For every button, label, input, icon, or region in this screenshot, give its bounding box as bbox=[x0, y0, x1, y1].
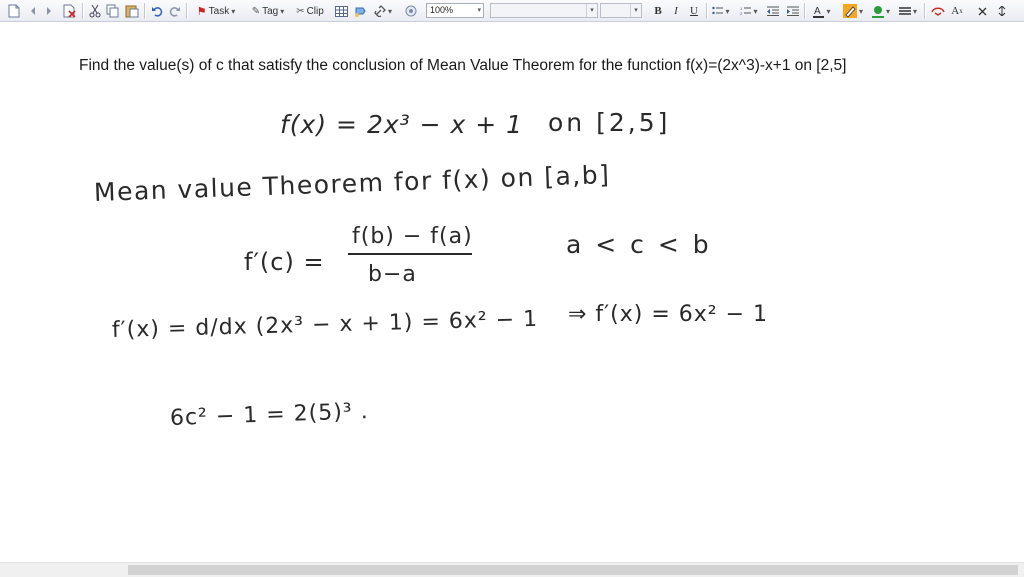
bullets-icon[interactable] bbox=[710, 3, 732, 19]
chevron-down-icon: ▾ bbox=[586, 4, 597, 17]
font-family-select[interactable]: ▾ bbox=[490, 3, 598, 18]
undo-icon[interactable] bbox=[150, 3, 164, 19]
task-button[interactable]: ⚑ Task bbox=[192, 3, 240, 19]
handwritten-derivative: f′(x) = d/dx (2x³ − x + 1) = 6x² − 1 bbox=[111, 306, 539, 343]
new-page-icon[interactable] bbox=[6, 3, 22, 19]
svg-text:A: A bbox=[814, 6, 821, 17]
task-label: Task bbox=[208, 5, 230, 17]
zoom-icon[interactable] bbox=[404, 3, 418, 19]
handwritten-mvt-heading: Mean value Theorem for f(x) on [a,b] bbox=[93, 159, 611, 207]
toolbar-separator bbox=[82, 3, 84, 19]
redo-icon[interactable] bbox=[168, 3, 182, 19]
question-text: Find the value(s) of c that satisfy the … bbox=[79, 57, 847, 74]
italic-button[interactable]: I bbox=[670, 3, 682, 19]
horizontal-scrollbar[interactable] bbox=[0, 562, 1024, 577]
bold-button[interactable]: B bbox=[652, 3, 664, 19]
svg-text:2: 2 bbox=[740, 11, 743, 16]
indent-icon[interactable] bbox=[786, 3, 800, 19]
scissors-icon: ✂ bbox=[296, 5, 305, 17]
handwritten-mvt-condition: a < c < b bbox=[566, 230, 712, 259]
tag-button[interactable]: ✎ Tag bbox=[246, 3, 290, 19]
tag-label: Tag bbox=[262, 5, 279, 17]
handwritten-mvt-numerator: f(b) − f(a) bbox=[352, 224, 473, 249]
cut-icon[interactable] bbox=[88, 3, 102, 19]
more-icon[interactable] bbox=[996, 3, 1008, 19]
line-style-icon[interactable] bbox=[896, 3, 920, 19]
highlight-icon[interactable] bbox=[840, 3, 866, 19]
back-icon[interactable] bbox=[28, 3, 38, 19]
font-color-icon[interactable]: A bbox=[810, 3, 834, 19]
delete-icon[interactable] bbox=[62, 3, 78, 19]
table-icon[interactable] bbox=[334, 3, 348, 19]
close-icon[interactable] bbox=[976, 3, 988, 19]
pen-icon: ✎ bbox=[251, 5, 261, 17]
underline-button[interactable]: U bbox=[688, 3, 700, 19]
font-size-select[interactable]: ▾ bbox=[600, 3, 642, 18]
copy-icon[interactable] bbox=[106, 3, 120, 19]
handwritten-mvt-lhs: f′(c) = bbox=[244, 248, 325, 276]
handwritten-mvt-denominator: b−a bbox=[368, 262, 417, 287]
superscript-label: A bbox=[951, 5, 960, 17]
zoom-value: 100% bbox=[430, 5, 454, 15]
paste-icon[interactable] bbox=[124, 3, 140, 19]
handwritten-function: f(x) = 2x³ − x + 1 bbox=[280, 110, 524, 139]
zoom-select[interactable]: 100% ▾ bbox=[426, 3, 484, 18]
handwritten-derivative-result: ⇒ f′(x) = 6x² − 1 bbox=[568, 302, 769, 327]
handwritten-equation: 6c² − 1 = 2(5)³ . bbox=[169, 399, 370, 431]
toolbar-separator bbox=[186, 3, 188, 19]
toolbar-separator bbox=[144, 3, 146, 19]
clip-button[interactable]: ✂ Clip bbox=[292, 3, 328, 19]
numbering-icon[interactable]: 12 bbox=[738, 3, 760, 19]
scrollbar-thumb[interactable] bbox=[128, 565, 1018, 575]
outdent-icon[interactable] bbox=[766, 3, 780, 19]
toolbar-separator bbox=[924, 3, 926, 19]
handwritten-interval: on [2,5] bbox=[548, 108, 671, 137]
fill-color-icon[interactable] bbox=[870, 3, 892, 19]
eraser-icon[interactable] bbox=[930, 3, 946, 19]
chevron-down-icon: ▾ bbox=[630, 4, 641, 17]
chevron-down-icon: ▾ bbox=[477, 7, 481, 14]
forward-icon[interactable] bbox=[44, 3, 54, 19]
fraction-bar bbox=[348, 253, 472, 255]
attach-icon[interactable] bbox=[352, 3, 368, 19]
superscript-button[interactable]: Ax bbox=[948, 3, 966, 19]
link-icon[interactable] bbox=[372, 3, 394, 19]
toolbar-separator bbox=[706, 3, 708, 19]
toolbar: ⚑ Task ✎ Tag ✂ Clip 100% ▾ ▾ ▾ B I U 12 bbox=[0, 0, 1024, 22]
clip-label: Clip bbox=[306, 5, 324, 17]
flag-icon: ⚑ bbox=[196, 5, 207, 18]
toolbar-separator bbox=[804, 3, 806, 19]
